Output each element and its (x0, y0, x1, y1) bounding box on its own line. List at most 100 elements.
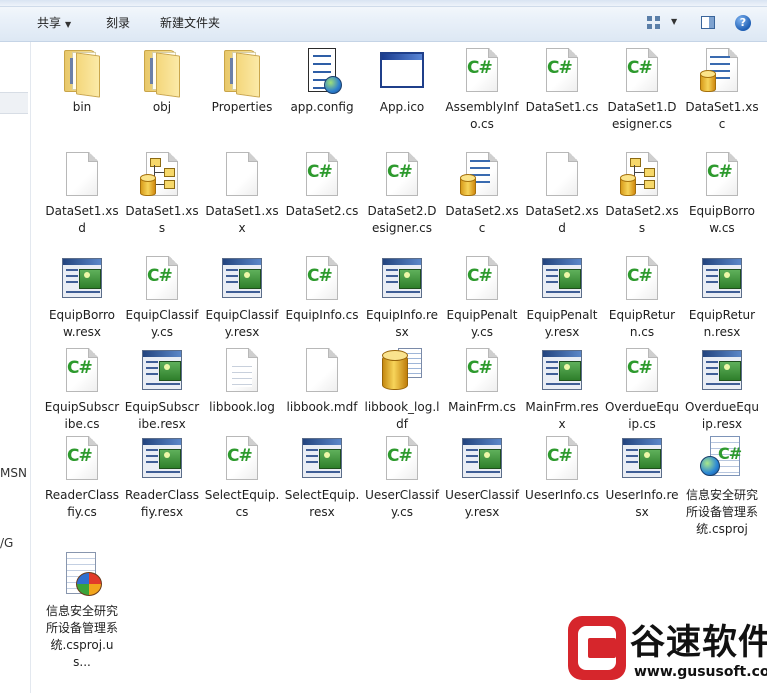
navigation-pane[interactable]: MSN /G (0, 42, 31, 693)
file-item[interactable]: C# EquipInfo.cs (282, 254, 362, 324)
file-name: obj (152, 100, 172, 114)
file-name: EquipInfo.cs (285, 308, 359, 322)
burn-label: 刻录 (106, 16, 131, 30)
file-item[interactable]: C# EquipReturn.cs (602, 254, 682, 341)
file-item[interactable]: libbook.log (202, 346, 282, 416)
resx-file-icon (698, 254, 746, 306)
file-name: UeserClassify.resx (445, 488, 519, 519)
file-item[interactable]: C# DataSet2.cs (282, 150, 362, 220)
file-item[interactable]: UeserInfo.resx (602, 434, 682, 521)
share-button[interactable]: 共享 ▼ (33, 13, 75, 33)
file-item[interactable]: OverdueEquip.resx (682, 346, 762, 433)
file-name: EquipReturn.resx (688, 308, 756, 339)
file-name: UeserInfo.resx (605, 488, 679, 519)
file-list[interactable]: bin obj Properties app.config App.ico C# Assem… (40, 42, 767, 693)
file-name: EquipPenalty.resx (526, 308, 598, 339)
file-item[interactable]: obj (122, 46, 202, 116)
file-item[interactable]: DataSet2.xsd (522, 150, 602, 237)
file-item[interactable]: C# MainFrm.cs (442, 346, 522, 416)
file-name: DataSet2.xsd (525, 204, 599, 235)
file-item[interactable]: C# OverdueEquip.cs (602, 346, 682, 433)
file-name: 信息安全研究所设备管理系统.csproj (685, 488, 758, 536)
csharp-file-icon: C# (298, 150, 346, 202)
file-item[interactable]: C# EquipPenalty.cs (442, 254, 522, 341)
file-item[interactable]: libbook.mdf (282, 346, 362, 416)
dataset-xsc-icon (458, 150, 506, 202)
file-item[interactable]: C# EquipSubscribe.cs (42, 346, 122, 433)
csharp-file-icon: C# (378, 150, 426, 202)
csharp-file-icon: C# (538, 434, 586, 486)
file-item[interactable]: C# AssemblyInfo.cs (442, 46, 522, 133)
blank-file-icon (58, 150, 106, 202)
nav-item-msn[interactable]: MSN (0, 466, 27, 480)
view-options-chevron-icon[interactable]: ▼ (671, 17, 677, 26)
resx-file-icon (618, 434, 666, 486)
chevron-down-icon: ▼ (65, 20, 72, 29)
file-item[interactable]: libbook_log.ldf (362, 346, 442, 433)
file-name: DataSet2.xsc (445, 204, 519, 235)
file-item[interactable]: C# DataSet1.cs (522, 46, 602, 116)
resx-file-icon (218, 254, 266, 306)
file-item[interactable]: C# DataSet1.Designer.cs (602, 46, 682, 133)
file-item[interactable]: UeserClassify.resx (442, 434, 522, 521)
file-name: EquipBorrow.cs (688, 204, 756, 235)
preview-pane-button[interactable] (697, 12, 719, 32)
file-item[interactable]: EquipReturn.resx (682, 254, 762, 341)
file-item[interactable]: C# UeserClassify.cs (362, 434, 442, 521)
project-user-file-icon (58, 550, 106, 602)
csharp-file-icon: C# (58, 346, 106, 398)
csharp-file-icon: C# (458, 346, 506, 398)
burn-button[interactable]: 刻录 (102, 13, 134, 33)
share-label: 共享 (37, 16, 62, 30)
file-item[interactable]: MainFrm.resx (522, 346, 602, 433)
file-item[interactable]: C# EquipClassify.cs (122, 254, 202, 341)
file-item[interactable]: C# 信息安全研究所设备管理系统.csproj (682, 434, 762, 538)
file-item[interactable]: DataSet2.xss (602, 150, 682, 237)
file-item[interactable]: EquipPenalty.resx (522, 254, 602, 341)
file-item[interactable]: DataSet1.xss (122, 150, 202, 237)
file-name: DataSet1.xss (125, 204, 199, 235)
new-folder-label: 新建文件夹 (160, 16, 221, 30)
nav-selected-item[interactable] (0, 92, 28, 114)
dataset-xss-icon (138, 150, 186, 202)
help-button[interactable]: ? (732, 12, 754, 32)
file-name: EquipClassify.cs (125, 308, 199, 339)
file-item[interactable]: App.ico (362, 46, 442, 116)
address-bar-remnant (0, 0, 767, 7)
csharp-file-icon: C# (458, 254, 506, 306)
change-view-button[interactable] (643, 12, 665, 32)
file-item[interactable]: EquipBorrow.resx (42, 254, 122, 341)
file-item[interactable]: DataSet1.xsx (202, 150, 282, 237)
file-item[interactable]: DataSet1.xsd (42, 150, 122, 237)
file-name: EquipSubscribe.resx (124, 400, 200, 431)
file-item[interactable]: EquipSubscribe.resx (122, 346, 202, 433)
new-folder-button[interactable]: 新建文件夹 (156, 13, 224, 33)
file-item[interactable]: 信息安全研究所设备管理系统.csproj.us... (42, 550, 122, 671)
file-item[interactable]: C# DataSet2.Designer.cs (362, 150, 442, 237)
file-item[interactable]: app.config (282, 46, 362, 116)
file-item[interactable]: C# ReaderClassfiy.cs (42, 434, 122, 521)
file-item[interactable]: C# UeserInfo.cs (522, 434, 602, 504)
file-item[interactable]: SelectEquip.resx (282, 434, 362, 521)
dataset-xss-icon (618, 150, 666, 202)
file-item[interactable]: EquipInfo.resx (362, 254, 442, 341)
file-item[interactable]: Properties (202, 46, 282, 116)
file-item[interactable]: DataSet2.xsc (442, 150, 522, 237)
nav-item-g[interactable]: /G (0, 536, 13, 550)
file-name: EquipPenalty.cs (446, 308, 518, 339)
file-item[interactable]: C# SelectEquip.cs (202, 434, 282, 521)
file-name: ReaderClassfiy.cs (44, 488, 120, 519)
resx-file-icon (538, 254, 586, 306)
file-item[interactable]: C# EquipBorrow.cs (682, 150, 762, 237)
file-item[interactable]: EquipClassify.resx (202, 254, 282, 341)
file-item[interactable]: ReaderClassfiy.resx (122, 434, 202, 521)
watermark-logo-icon (568, 616, 626, 680)
file-item[interactable]: bin (42, 46, 122, 116)
command-bar: 共享 ▼ 刻录 新建文件夹 ▼ ? (0, 0, 767, 42)
csharp-file-icon: C# (298, 254, 346, 306)
file-name: app.config (290, 100, 354, 114)
file-name: libbook.mdf (286, 400, 358, 414)
resx-file-icon (58, 254, 106, 306)
file-item[interactable]: DataSet1.xsc (682, 46, 762, 133)
file-name: MainFrm.resx (525, 400, 599, 431)
